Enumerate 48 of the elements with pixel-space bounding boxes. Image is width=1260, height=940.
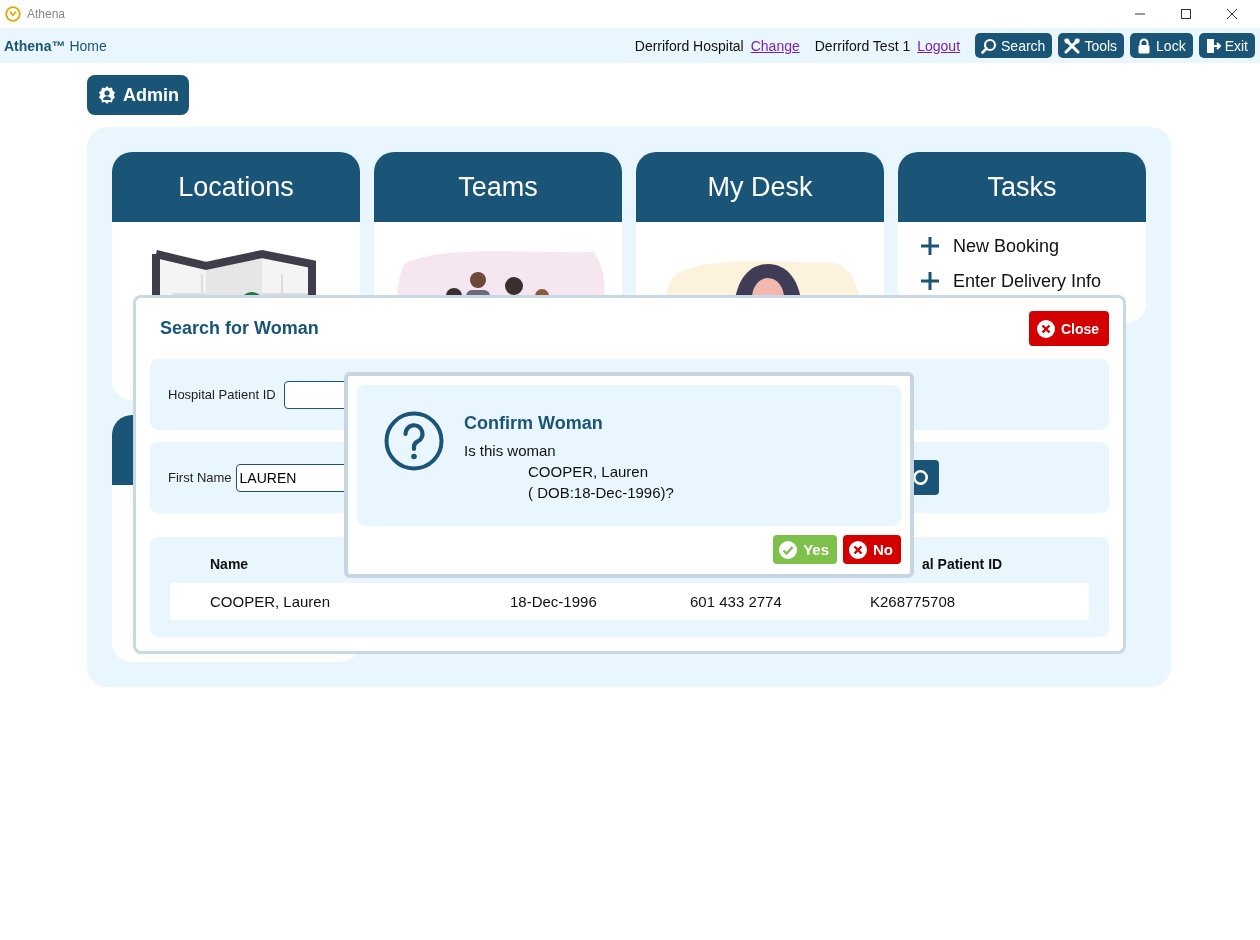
gear-person-icon [97, 85, 117, 105]
dialog-title: Search for Woman [160, 318, 319, 339]
table-cell: K268775708 [870, 592, 956, 610]
admin-button[interactable]: Admin [87, 75, 189, 115]
task-link[interactable]: Enter Delivery Info [953, 270, 1102, 292]
brand-name: Athena™ [4, 37, 66, 54]
task-link[interactable]: New Booking [953, 235, 1060, 257]
hospital-name: Derriford Hospital [634, 37, 744, 54]
exit-icon [1204, 37, 1221, 54]
change-link[interactable]: Change [750, 37, 800, 54]
field-label: Hospital Patient ID [168, 387, 276, 402]
no-button[interactable]: No [843, 535, 901, 564]
search-button[interactable]: Search [975, 33, 1053, 58]
tools-button[interactable]: Tools [1058, 33, 1125, 58]
question-icon [384, 411, 444, 471]
date-of-birth: ( DOB:18-Dec-1996)? [527, 483, 674, 503]
maximize-icon[interactable] [1180, 8, 1192, 20]
tools-icon [1064, 37, 1081, 54]
card-title: Teams [458, 171, 538, 203]
column-header: Name [210, 556, 249, 572]
check-icon [779, 540, 798, 559]
close-icon [849, 540, 867, 559]
user-name: Derriford Test 1 [814, 37, 911, 54]
field-label: First Name [168, 470, 232, 485]
close-icon [1036, 319, 1055, 338]
table-cell: 18-Dec-1996 [510, 592, 597, 610]
page-title: Home [69, 37, 107, 54]
card-title: Tasks [987, 171, 1057, 203]
dialog-title: Confirm Woman [464, 413, 604, 434]
window-title: Athena [27, 7, 66, 21]
app-logo-icon [5, 6, 21, 22]
patient-name: COOPER, Lauren [527, 462, 650, 482]
lock-button[interactable]: Lock [1130, 33, 1193, 58]
column-header: al Patient ID [921, 556, 1003, 572]
table-cell: COOPER, Lauren [210, 592, 331, 610]
exit-button[interactable]: Exit [1198, 33, 1255, 58]
plus-icon [920, 271, 940, 291]
logout-link[interactable]: Logout [917, 37, 961, 54]
message-text: Is this woman [464, 441, 557, 461]
table-cell: 601 433 2774 [690, 592, 782, 610]
card-title: Locations [178, 171, 294, 203]
plus-icon [920, 236, 940, 256]
close-button[interactable]: Close [1028, 311, 1109, 346]
card-title: My Desk [707, 171, 813, 203]
table-row[interactable]: COOPER, Lauren 18-Dec-1996 601 433 2774 K268775708 [170, 583, 1089, 620]
lock-icon [1136, 37, 1153, 54]
search-icon [981, 37, 998, 54]
close-icon[interactable] [1226, 8, 1238, 20]
